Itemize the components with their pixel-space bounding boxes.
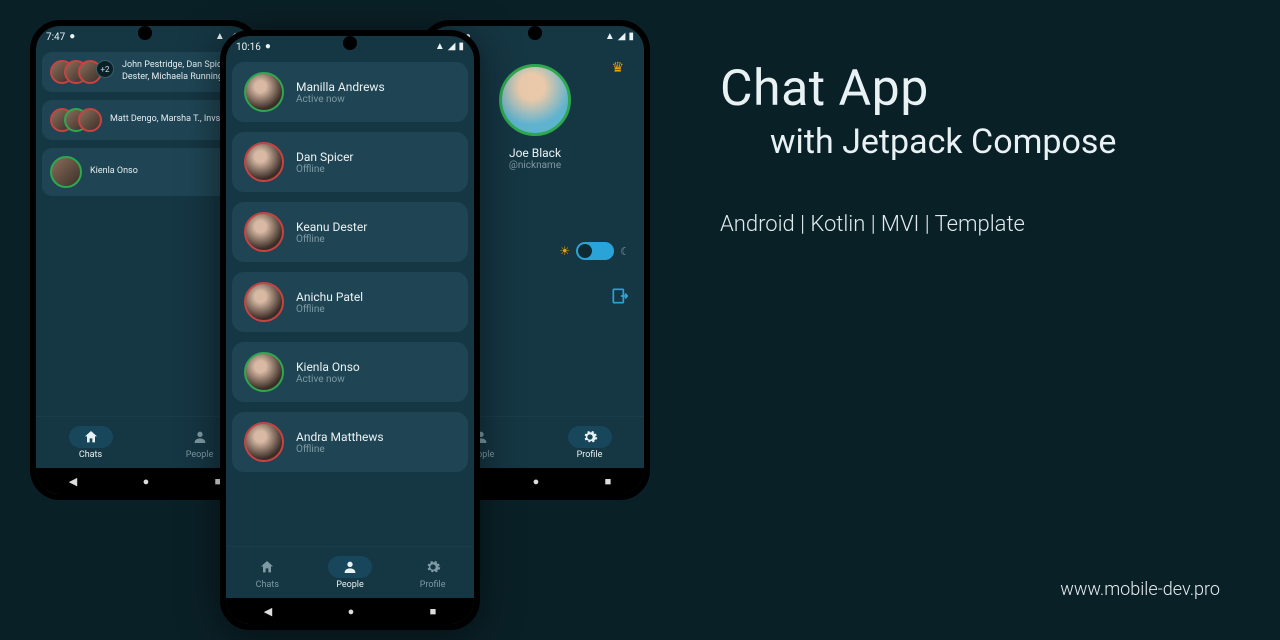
status-time: 10:16 — [236, 42, 261, 53]
person-icon — [192, 429, 208, 445]
battery-icon: ▮ — [458, 42, 464, 52]
person-name: Dan Spicer — [296, 150, 354, 164]
home-circle-icon[interactable]: ● — [348, 605, 355, 618]
recents-icon[interactable]: ■ — [605, 475, 612, 488]
avatar-overflow-badge: +2 — [96, 60, 114, 78]
person-name: Anichu Patel — [296, 290, 363, 304]
nav-chats[interactable]: Chats — [69, 426, 113, 460]
signal-icon: ◢ — [448, 42, 456, 52]
nav-people[interactable]: People — [178, 426, 222, 460]
people-row[interactable]: Keanu Dester Offline — [232, 202, 468, 262]
person-status: Offline — [296, 444, 384, 455]
sun-icon: ☀ — [559, 244, 570, 258]
person-name: Kienla Onso — [296, 360, 360, 374]
nav-chats[interactable]: Chats — [245, 556, 289, 590]
wifi-icon: ▲ — [215, 32, 225, 42]
hero-tags: Android | Kotlin | MVI | Template — [720, 212, 1240, 237]
moon-icon: ☾ — [620, 245, 630, 258]
chat-participants: John Pestridge, Dan Spic… — [122, 60, 229, 72]
people-row[interactable]: Anichu Patel Offline — [232, 272, 468, 332]
person-status: Active now — [296, 374, 360, 385]
gear-icon — [425, 559, 441, 575]
notification-dot-icon: ● — [265, 42, 271, 52]
chat-row[interactable]: Matt Dengo, Marsha T., Invsh… — [42, 100, 248, 140]
people-row[interactable]: Andra Matthews Offline — [232, 412, 468, 472]
theme-toggle-row: ☀ ☾ — [559, 242, 630, 260]
people-row[interactable]: Manilla Andrews Active now — [232, 62, 468, 122]
avatar-icon — [244, 212, 284, 252]
people-list[interactable]: Manilla Andrews Active now Dan Spicer Of… — [226, 58, 474, 546]
home-icon — [83, 429, 99, 445]
camera-notch — [138, 26, 152, 40]
avatar-icon — [50, 156, 82, 188]
nav-label: Profile — [420, 580, 446, 590]
wifi-icon: ▲ — [435, 42, 445, 52]
people-row[interactable]: Dan Spicer Offline — [232, 132, 468, 192]
profile-avatar[interactable] — [499, 64, 571, 136]
signal-icon: ◢ — [618, 32, 626, 42]
nav-label: Profile — [577, 450, 603, 460]
person-status: Offline — [296, 304, 363, 315]
nav-label: Chats — [79, 450, 102, 460]
hero-text: Chat App with Jetpack Compose Android | … — [720, 60, 1240, 237]
notification-dot-icon: ● — [69, 32, 75, 42]
avatar-stack — [50, 108, 102, 132]
home-circle-icon[interactable]: ● — [143, 475, 150, 488]
back-icon[interactable]: ◀ — [264, 605, 272, 618]
chat-row[interactable]: +2 John Pestridge, Dan Spic… Dester, Mic… — [42, 52, 248, 92]
person-status: Offline — [296, 234, 367, 245]
nav-label: People — [186, 450, 214, 460]
person-status: Offline — [296, 164, 354, 175]
site-url: www.mobile-dev.pro — [1060, 579, 1220, 600]
android-nav-bar: ◀ ● ■ — [226, 598, 474, 624]
home-icon — [259, 559, 275, 575]
nav-profile[interactable]: Profile — [568, 426, 612, 460]
phone-mockups: 7:47● ▲◢▮ +2 John Pestridge, Dan Spic… D… — [20, 10, 700, 630]
phone-people: 10:16 ● ▲◢▮ Manilla Andrews Active now Da… — [220, 30, 480, 630]
person-name: Manilla Andrews — [296, 80, 385, 94]
avatar-icon — [78, 108, 102, 132]
avatar-icon — [244, 72, 284, 112]
status-time: 7:47 — [46, 32, 65, 43]
avatar-icon — [244, 422, 284, 462]
hero-subtitle: with Jetpack Compose — [770, 122, 1240, 162]
avatar-icon — [244, 142, 284, 182]
nav-people[interactable]: People — [328, 556, 372, 590]
theme-toggle[interactable] — [576, 242, 614, 260]
avatar-icon — [244, 352, 284, 392]
nav-profile[interactable]: Profile — [411, 556, 455, 590]
person-status: Active now — [296, 94, 385, 105]
person-name: Keanu Dester — [296, 220, 367, 234]
back-icon[interactable]: ◀ — [69, 475, 77, 488]
nav-label: People — [336, 580, 364, 590]
logout-icon[interactable] — [610, 286, 630, 306]
battery-icon: ▮ — [628, 32, 634, 42]
crown-icon[interactable]: ♛ — [611, 60, 624, 76]
profile-nickname: @nickname — [509, 160, 561, 171]
profile-name: Joe Black — [509, 146, 561, 160]
chat-participants: Dester, Michaela Running… — [122, 72, 229, 84]
chat-row[interactable]: Kienla Onso — [42, 148, 248, 196]
avatar-stack: +2 — [50, 60, 114, 84]
avatar-icon — [244, 282, 284, 322]
people-row[interactable]: Kienla Onso Active now — [232, 342, 468, 402]
nav-label: Chats — [256, 580, 279, 590]
chat-participants: Matt Dengo, Marsha T., Invsh… — [110, 114, 231, 126]
gear-icon — [582, 429, 598, 445]
hero-title: Chat App — [720, 60, 1240, 118]
wifi-icon: ▲ — [605, 32, 615, 42]
chat-participants: Kienla Onso — [90, 166, 138, 178]
person-name: Andra Matthews — [296, 430, 384, 444]
bottom-nav: Chats People Profile — [226, 546, 474, 598]
recents-icon[interactable]: ■ — [430, 605, 437, 618]
home-circle-icon[interactable]: ● — [533, 475, 540, 488]
person-icon — [342, 559, 358, 575]
camera-notch — [528, 26, 542, 40]
camera-notch — [343, 36, 357, 50]
